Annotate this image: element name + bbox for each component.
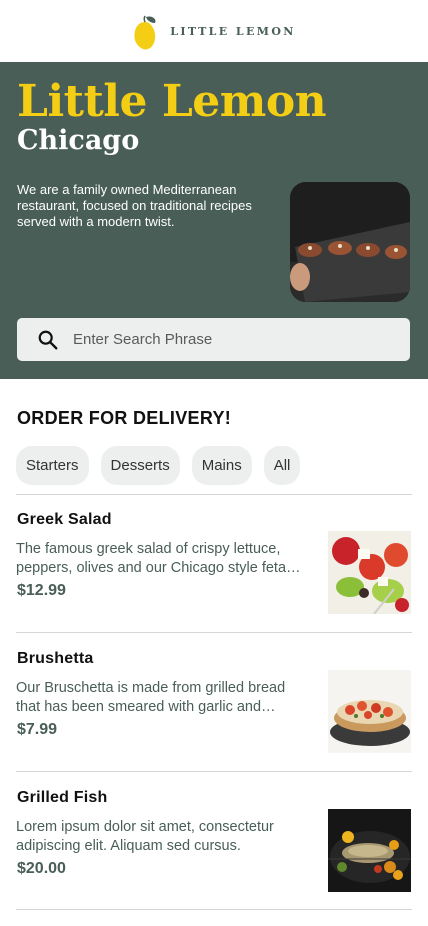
grilled-fish-image <box>328 809 411 892</box>
menu-item-grilled-fish[interactable]: Grilled Fish Lorem ipsum dolor sit amet,… <box>16 772 412 911</box>
search-icon <box>38 330 58 349</box>
menu-item-price: $12.99 <box>17 582 66 599</box>
order-section-title: ORDER FOR DELIVERY! <box>17 408 232 428</box>
hero-title: Little Lemon <box>17 76 327 127</box>
menu-item-description: Lorem ipsum dolor sit amet, consectetur … <box>16 819 274 854</box>
menu-item-description: Our Bruschetta is made from grilled brea… <box>16 680 286 715</box>
menu-item-name: Greek Salad <box>17 511 112 528</box>
app-header: LITTLE LEMON <box>0 0 428 62</box>
menu-item-price: $20.00 <box>17 860 66 877</box>
hero-subtitle: Chicago <box>17 125 140 156</box>
bruschetta-image <box>328 670 411 753</box>
category-chip-starters[interactable]: Starters <box>16 446 89 485</box>
divider <box>16 909 412 910</box>
hero-food-image <box>290 182 410 302</box>
menu-item-name: Brushetta <box>17 650 94 667</box>
menu-item-bruschetta[interactable]: Brushetta Our Bruschetta is made from gr… <box>16 633 412 772</box>
hero-banner: Little Lemon Chicago We are a family own… <box>0 62 428 379</box>
category-chip-mains[interactable]: Mains <box>191 446 252 485</box>
category-chip-desserts[interactable]: Desserts <box>100 446 180 485</box>
menu-item-description: The famous greek salad of crispy lettuce… <box>16 541 287 576</box>
greek-salad-image <box>328 531 411 614</box>
lemon-icon <box>134 15 156 50</box>
hero-description: We are a family owned Mediterranean rest… <box>17 182 252 229</box>
category-chip-all[interactable]: All <box>263 446 301 485</box>
logo-text: LITTLE LEMON <box>170 24 296 38</box>
search-box[interactable] <box>17 318 410 361</box>
menu-item-greek-salad[interactable]: Greek Salad The famous greek salad of cr… <box>16 494 412 633</box>
menu-item-price: $7.99 <box>17 721 58 738</box>
category-filter: Starters Desserts Mains All <box>16 446 301 485</box>
menu-item-name: Grilled Fish <box>17 789 108 806</box>
search-input[interactable] <box>73 331 373 348</box>
